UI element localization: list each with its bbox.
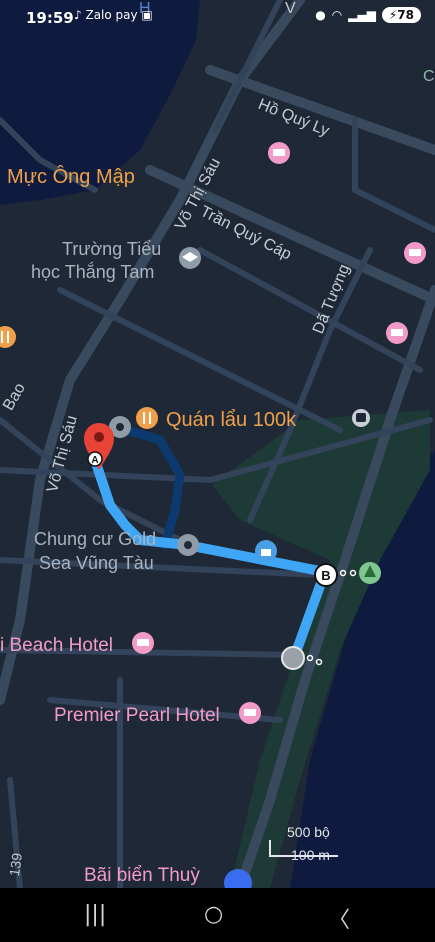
shopping-icon xyxy=(255,540,277,562)
place-label-school-line1[interactable]: Trường Tiểu xyxy=(62,238,161,260)
home-button[interactable]: ○ xyxy=(204,902,223,927)
hotel-icon-4 xyxy=(132,632,154,654)
recents-button[interactable]: ||| xyxy=(84,902,106,927)
place-label-quan-lau[interactable]: Quán lẩu 100k xyxy=(166,409,296,432)
school-icon xyxy=(179,247,201,269)
hotel-icon-1 xyxy=(268,142,290,164)
hotel-icon-5 xyxy=(239,702,261,724)
place-label-muc-ong-map[interactable]: Mực Ông Mập xyxy=(7,166,135,189)
street-label-edge-c: C xyxy=(423,68,435,85)
back-button[interactable]: 〈 xyxy=(328,902,350,934)
wifi-icon: ◠ xyxy=(331,8,343,22)
hotel-icon-3 xyxy=(386,322,408,344)
restaurant-icon-1 xyxy=(136,407,158,429)
route-end-marker: B xyxy=(314,563,338,587)
place-label-chung-cu-line1[interactable]: Chung cư Gold xyxy=(34,528,156,550)
waypoint-stop-2 xyxy=(177,534,199,556)
signal-icon: ▂▄▆ xyxy=(348,8,376,22)
place-label-beach-hotel[interactable]: i Beach Hotel xyxy=(0,635,113,657)
status-bar: 19:59 ♪ Zalo pay ▣ ● ◠ ▂▄▆ ⚡78 xyxy=(0,0,435,34)
scale-top-label: 500 bộ xyxy=(287,824,330,840)
location-icon: ● xyxy=(315,8,326,22)
place-label-bai-bien[interactable]: Bãi biển Thuỳ xyxy=(84,865,200,887)
start-pin-icon: A xyxy=(84,423,114,470)
battery-level: 78 xyxy=(397,8,414,22)
status-app-icons: ♪ Zalo pay ▣ xyxy=(74,8,153,22)
place-label-premier-pearl[interactable]: Premier Pearl Hotel xyxy=(54,705,220,727)
street-label-139: 139 xyxy=(6,851,26,878)
map-scale: 500 bộ 100 m xyxy=(262,822,342,868)
place-label-school-line2[interactable]: học Thắng Tam xyxy=(31,261,154,283)
park-tree-icon xyxy=(359,562,381,584)
bus-icon xyxy=(352,409,370,427)
waypoint-grey xyxy=(281,646,305,670)
restaurant-icon-2 xyxy=(0,326,16,348)
battery-indicator: ⚡78 xyxy=(381,7,421,23)
system-nav-bar: ||| ○ 〈 xyxy=(0,888,435,942)
hotel-icon-2 xyxy=(404,242,426,264)
svg-text:B: B xyxy=(321,568,330,583)
status-time: 19:59 xyxy=(26,9,74,27)
status-right-icons: ● ◠ ▂▄▆ ⚡78 xyxy=(315,7,421,23)
place-label-chung-cu-line2[interactable]: Sea Vũng Tàu xyxy=(39,552,154,574)
scale-bottom-label: 100 m xyxy=(291,847,330,863)
svg-text:A: A xyxy=(91,455,98,466)
road-minor-8 xyxy=(197,247,423,373)
